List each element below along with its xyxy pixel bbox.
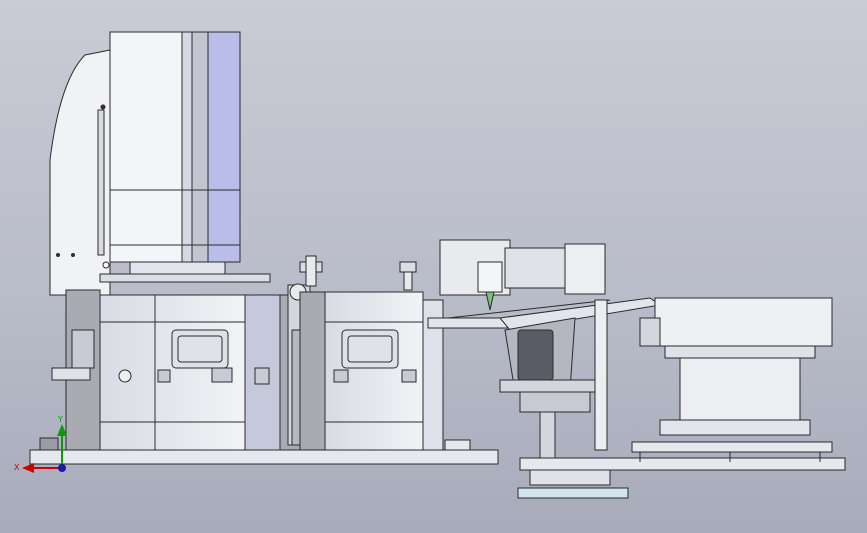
triad-y-label: Y <box>57 415 63 424</box>
nozzle-tip <box>485 291 495 311</box>
head-cover-blue <box>207 31 241 263</box>
vibratory-bowl-feeder <box>631 297 833 462</box>
right-base <box>517 457 846 499</box>
die-block-right <box>299 261 444 451</box>
feeder-rail <box>499 297 662 463</box>
triad-x-label: X <box>14 463 20 472</box>
press-column <box>49 31 271 296</box>
cad-viewport[interactable]: Y X <box>0 0 867 533</box>
cad-drawing: Y X <box>14 31 846 499</box>
die-block-left <box>51 289 301 451</box>
